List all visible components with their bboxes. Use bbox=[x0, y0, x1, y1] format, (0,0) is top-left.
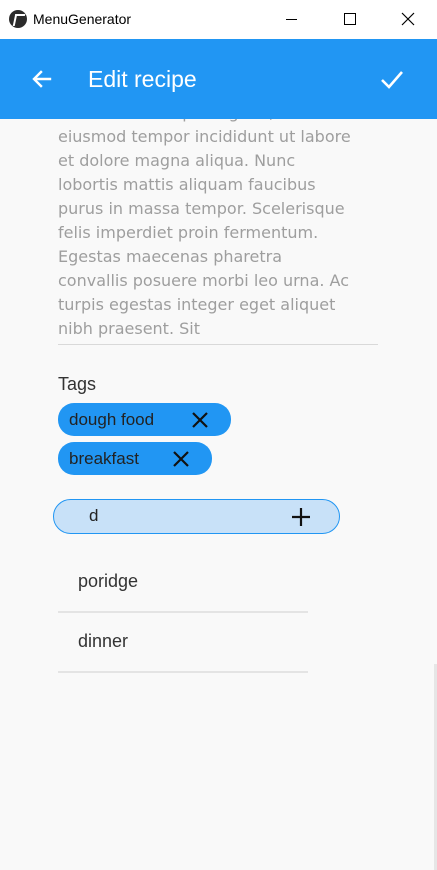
check-icon bbox=[381, 71, 403, 89]
close-icon bbox=[192, 412, 208, 428]
app-bar: Edit recipe bbox=[0, 39, 437, 119]
arrow-left-icon bbox=[32, 70, 52, 88]
maximize-button[interactable] bbox=[321, 0, 379, 39]
remove-tag-button[interactable] bbox=[190, 410, 210, 430]
tag-suggestion-label: dinner bbox=[78, 631, 129, 651]
tag-suggestion-label: poridge bbox=[78, 571, 139, 591]
description-underline bbox=[58, 344, 378, 345]
close-icon bbox=[173, 451, 189, 467]
description-field[interactable]: consectetur adipiscing elit, sed do eius… bbox=[58, 119, 378, 347]
tags-label: Tags bbox=[58, 374, 97, 394]
window-titlebar: MenuGenerator bbox=[0, 0, 437, 39]
new-tag-field bbox=[53, 499, 340, 534]
tag-suggestion-item[interactable]: poridge bbox=[58, 553, 308, 613]
app-logo-icon bbox=[9, 10, 27, 28]
description-text: consectetur adipiscing elit, sed do eius… bbox=[58, 119, 351, 338]
plus-icon bbox=[292, 508, 310, 526]
close-icon bbox=[401, 12, 415, 26]
tag-chip-label: breakfast bbox=[69, 449, 139, 468]
tag-chip: dough food bbox=[58, 403, 231, 436]
page-title: Edit recipe bbox=[88, 66, 197, 92]
tag-chip-label: dough food bbox=[69, 410, 155, 429]
back-button[interactable] bbox=[24, 59, 64, 99]
add-tag-button[interactable] bbox=[290, 506, 312, 528]
window-title: MenuGenerator bbox=[33, 11, 132, 27]
recipe-form: consectetur adipiscing elit, sed do eius… bbox=[0, 119, 437, 870]
close-window-button[interactable] bbox=[379, 0, 437, 39]
minimize-button[interactable] bbox=[263, 0, 321, 39]
remove-tag-button[interactable] bbox=[171, 449, 191, 469]
new-tag-input[interactable] bbox=[89, 506, 289, 526]
tag-suggestion-item[interactable]: dinner bbox=[58, 613, 308, 673]
tag-chip: breakfast bbox=[58, 442, 212, 475]
save-button[interactable] bbox=[373, 59, 413, 99]
